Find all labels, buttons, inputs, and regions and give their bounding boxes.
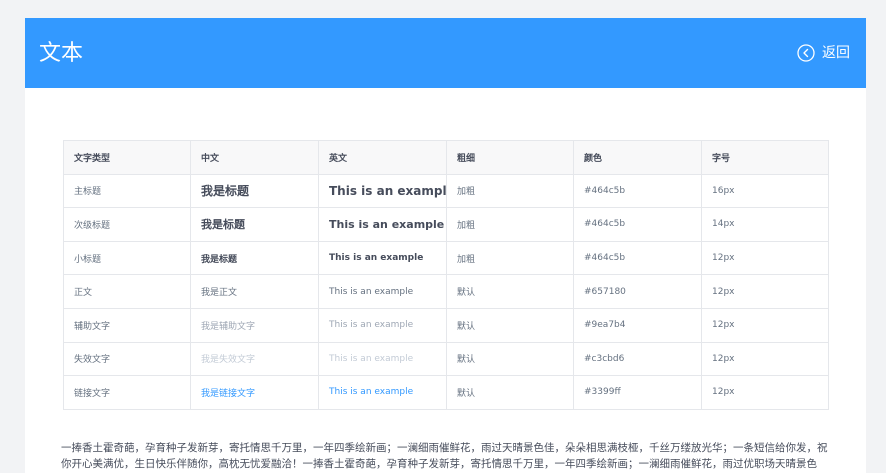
content-panel: 文本 返回 文字类型 中文 英文 粗细 颜色 字号 主标题 我是标题 This …	[25, 18, 866, 473]
cell-color: #464c5b	[573, 207, 702, 242]
cell-weight: 加粗	[446, 173, 574, 209]
cell-weight: 加粗	[446, 240, 574, 276]
cell-color: #464c5b	[573, 173, 702, 209]
cell-weight: 默认	[446, 274, 574, 309]
column-header-chinese: 中文	[190, 140, 319, 175]
cell-color: #3399ff	[573, 375, 702, 410]
cell-english: This is an example	[318, 207, 447, 242]
chevron-left-circle-icon	[797, 44, 815, 62]
sample-paragraph: 一捧香土霍奇葩，孕育种子发新芽，寄托情思千万里，一年四季绘新画；一澜细雨催鲜花，…	[61, 442, 828, 470]
cell-type: 辅助文字	[63, 307, 191, 343]
cell-type: 链接文字	[63, 375, 191, 410]
cell-size: 14px	[701, 207, 829, 242]
cell-type: 次级标题	[63, 207, 191, 242]
table-row: 失效文字 我是失效文字 This is an example 默认 #c3cbd…	[63, 341, 829, 377]
text-style-table: 文字类型 中文 英文 粗细 颜色 字号 主标题 我是标题 This is an …	[63, 140, 829, 410]
cell-color: #657180	[573, 274, 702, 309]
back-button[interactable]: 返回	[797, 43, 850, 63]
cell-chinese: 我是标题	[190, 240, 319, 276]
cell-size: 12px	[701, 307, 829, 343]
cell-chinese: 我是标题	[190, 207, 319, 242]
table-row: 小标题 我是标题 This is an example 加粗 #464c5b 1…	[63, 240, 829, 276]
cell-weight: 默认	[446, 307, 574, 343]
back-label: 返回	[822, 45, 850, 61]
cell-english: This is an example	[318, 307, 447, 343]
cell-weight: 默认	[446, 375, 574, 410]
column-header-color: 颜色	[573, 140, 702, 175]
page-header: 文本 返回	[25, 18, 866, 88]
cell-size: 12px	[701, 274, 829, 309]
column-header-type: 文字类型	[63, 140, 191, 175]
cell-english: This is an example	[318, 240, 447, 276]
column-header-weight: 粗细	[446, 140, 574, 175]
column-header-size: 字号	[701, 140, 829, 175]
cell-type: 主标题	[63, 173, 191, 209]
cell-size: 12px	[701, 341, 829, 377]
cell-size: 12px	[701, 240, 829, 276]
cell-chinese: 我是标题	[190, 173, 319, 209]
cell-size: 16px	[701, 173, 829, 209]
table-row: 主标题 我是标题 This is an example 加粗 #464c5b 1…	[63, 173, 829, 209]
cell-type: 小标题	[63, 240, 191, 276]
cell-english: This is an example	[318, 341, 447, 377]
cell-weight: 默认	[446, 341, 574, 377]
cell-english: This is an example	[318, 274, 447, 309]
cell-type: 失效文字	[63, 341, 191, 377]
table-row: 辅助文字 我是辅助文字 This is an example 默认 #9ea7b…	[63, 307, 829, 343]
cell-color: #464c5b	[573, 240, 702, 276]
table-header-row: 文字类型 中文 英文 粗细 颜色 字号	[63, 140, 829, 175]
cell-weight: 加粗	[446, 207, 574, 242]
cell-english[interactable]: This is an example	[318, 375, 447, 410]
cell-chinese[interactable]: 我是链接文字	[190, 375, 319, 410]
cell-color: #9ea7b4	[573, 307, 702, 343]
cell-color: #c3cbd6	[573, 341, 702, 377]
column-header-english: 英文	[318, 140, 447, 175]
cell-size: 12px	[701, 375, 829, 410]
table-row: 链接文字 我是链接文字 This is an example 默认 #3399f…	[63, 375, 829, 410]
table-row: 次级标题 我是标题 This is an example 加粗 #464c5b …	[63, 207, 829, 242]
cell-type: 正文	[63, 274, 191, 309]
table-row: 正文 我是正文 This is an example 默认 #657180 12…	[63, 274, 829, 309]
cell-english: This is an example	[318, 173, 447, 209]
cell-chinese: 我是辅助文字	[190, 307, 319, 343]
page-title: 文本	[39, 41, 84, 66]
cell-chinese: 我是正文	[190, 274, 319, 309]
cell-chinese: 我是失效文字	[190, 341, 319, 377]
